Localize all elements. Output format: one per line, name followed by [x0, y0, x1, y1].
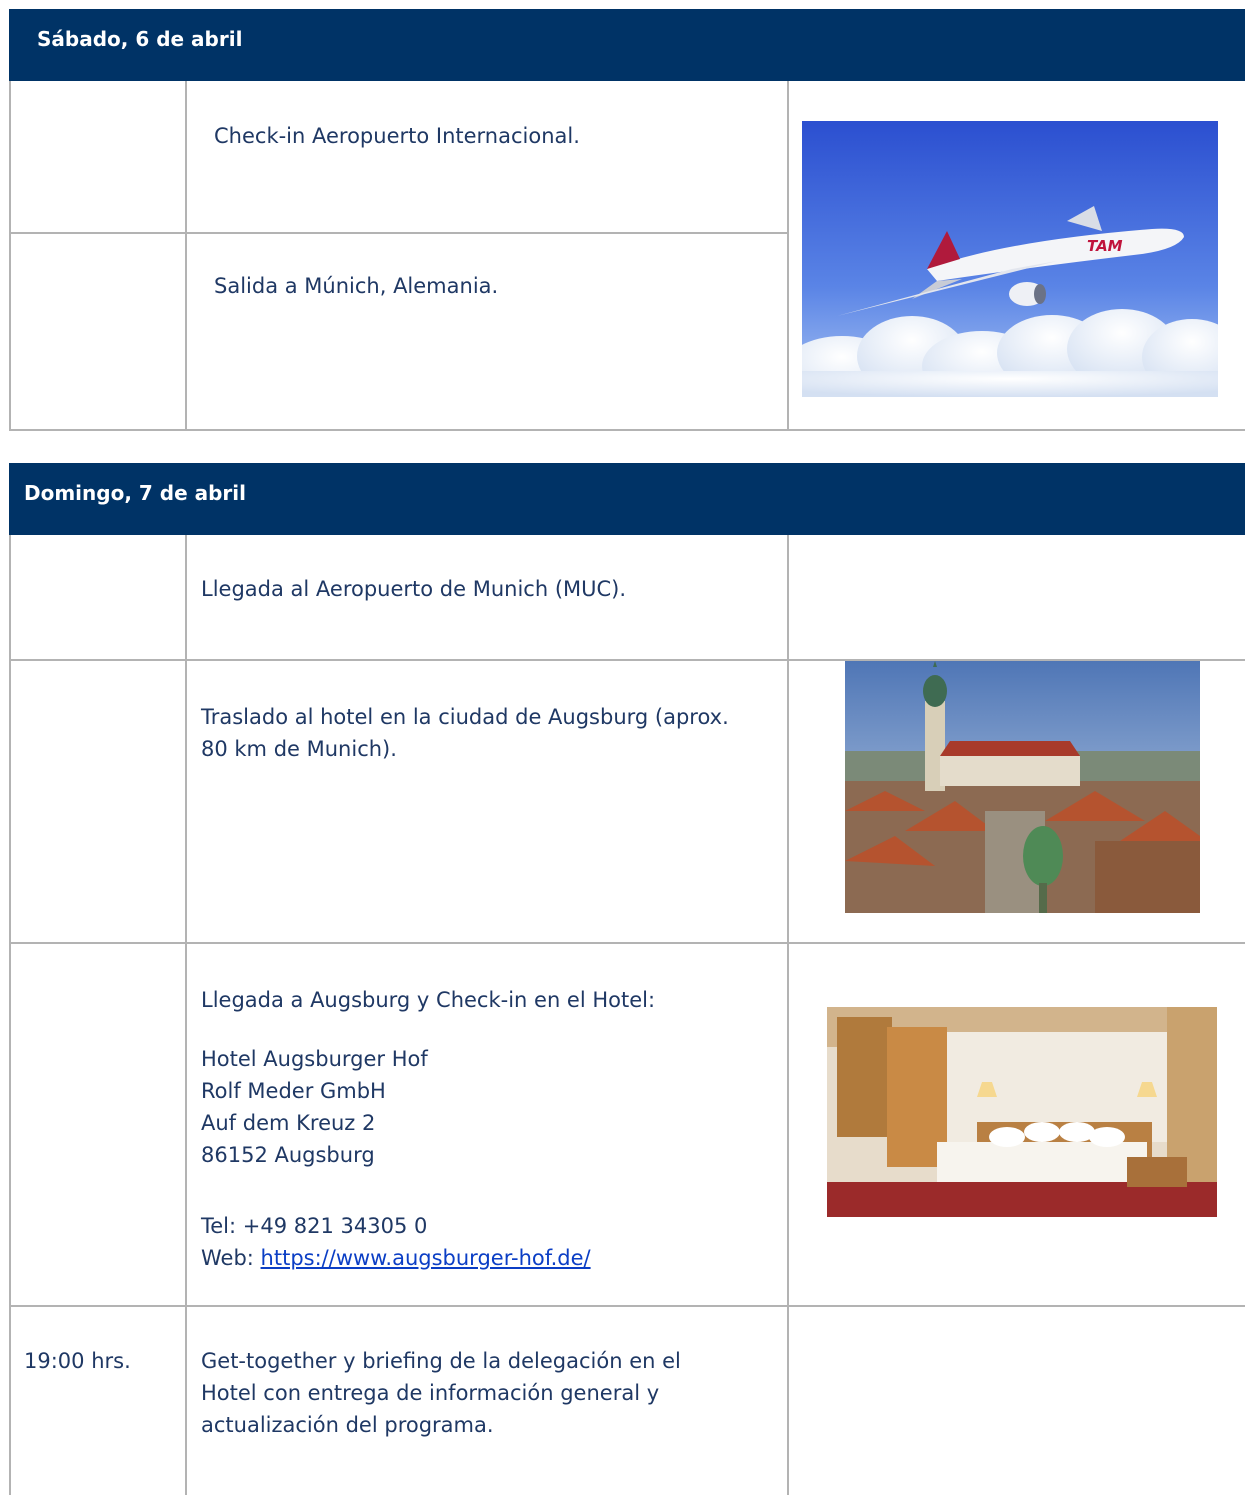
airplane-photo: TAM: [802, 121, 1218, 397]
divider: [787, 535, 789, 1495]
schedule-item-text: actualización del programa.: [201, 1413, 494, 1437]
day-title: Sábado, 6 de abril: [37, 27, 243, 51]
day-title: Domingo, 7 de abril: [24, 481, 247, 505]
web-label: Web:: [201, 1246, 261, 1270]
event-time: 19:00 hrs.: [24, 1349, 131, 1373]
schedule-item-text: Hotel con entrega de información general…: [201, 1381, 660, 1405]
schedule-item-text: 80 km de Munich).: [201, 737, 397, 761]
divider: [9, 1305, 1245, 1307]
divider: [185, 535, 187, 1495]
augsburg-city-photo: [845, 661, 1200, 913]
day-header-sabado: Sábado, 6 de abril: [9, 9, 1245, 81]
hotel-address-line: 86152 Augsburg: [201, 1143, 375, 1167]
hotel-intro: Llegada a Augsburg y Check-in en el Hote…: [201, 988, 656, 1012]
day-header-domingo: Domingo, 7 de abril: [9, 463, 1245, 535]
hotel-website-link[interactable]: https://www.augsburger-hof.de/: [261, 1246, 591, 1270]
divider: [9, 942, 1245, 944]
hotel-address-line: Hotel Augsburger Hof: [201, 1047, 428, 1071]
schedule-item-text: Check-in Aeropuerto Internacional.: [214, 124, 580, 148]
schedule-item-text: Llegada al Aeropuerto de Munich (MUC).: [201, 577, 627, 601]
divider: [787, 81, 789, 430]
hotel-phone: Tel: +49 821 34305 0: [201, 1214, 428, 1238]
divider: [9, 232, 787, 234]
hotel-room-photo: [827, 1007, 1217, 1217]
hotel-address-line: Rolf Meder GmbH: [201, 1079, 386, 1103]
airline-logo: TAM: [1087, 237, 1123, 255]
divider: [185, 81, 187, 430]
schedule-item-text: Salida a Múnich, Alemania.: [214, 274, 499, 298]
schedule-item-text: Get-together y briefing de la delegación…: [201, 1349, 681, 1373]
hotel-web: Web: https://www.augsburger-hof.de/: [201, 1242, 591, 1274]
hotel-address-line: Auf dem Kreuz 2: [201, 1111, 376, 1135]
schedule-item-text: Traslado al hotel en la ciudad de Augsbu…: [201, 705, 729, 729]
